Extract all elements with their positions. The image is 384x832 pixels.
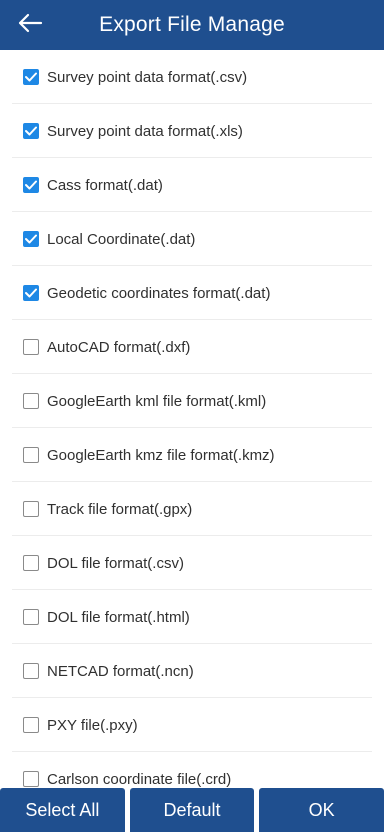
format-row[interactable]: PXY file(.pxy) xyxy=(0,698,384,752)
format-label: GoogleEarth kml file format(.kml) xyxy=(47,392,267,410)
format-row[interactable]: DOL file format(.csv) xyxy=(0,536,384,590)
format-label: GoogleEarth kmz file format(.kmz) xyxy=(47,446,275,464)
select-all-button[interactable]: Select All xyxy=(0,788,125,832)
export-format-list: Survey point data format(.csv) Survey poi… xyxy=(0,50,384,788)
checkbox-unchecked-icon[interactable] xyxy=(23,771,39,787)
format-label: Track file format(.gpx) xyxy=(47,500,193,518)
checkbox-checked-icon[interactable] xyxy=(23,69,39,85)
checkbox-checked-icon[interactable] xyxy=(23,231,39,247)
checkbox-unchecked-icon[interactable] xyxy=(23,717,39,733)
checkbox-unchecked-icon[interactable] xyxy=(23,339,39,355)
footer-button-bar: Select All Default OK xyxy=(0,788,384,832)
format-row[interactable]: GoogleEarth kml file format(.kml) xyxy=(0,374,384,428)
page-title: Export File Manage xyxy=(99,13,285,36)
checkbox-unchecked-icon[interactable] xyxy=(23,447,39,463)
checkbox-checked-icon[interactable] xyxy=(23,177,39,193)
checkbox-unchecked-icon[interactable] xyxy=(23,555,39,571)
arrow-left-icon xyxy=(17,13,43,38)
format-row[interactable]: Track file format(.gpx) xyxy=(0,482,384,536)
format-row[interactable]: Carlson coordinate file(.crd) xyxy=(0,752,384,788)
format-label: Cass format(.dat) xyxy=(47,176,163,194)
format-label: Geodetic coordinates format(.dat) xyxy=(47,284,271,302)
checkbox-unchecked-icon[interactable] xyxy=(23,663,39,679)
format-row[interactable]: DOL file format(.html) xyxy=(0,590,384,644)
format-row[interactable]: Geodetic coordinates format(.dat) xyxy=(0,266,384,320)
format-label: Survey point data format(.xls) xyxy=(47,122,243,140)
format-label: AutoCAD format(.dxf) xyxy=(47,338,191,356)
format-label: NETCAD format(.ncn) xyxy=(47,662,194,680)
format-label: DOL file format(.html) xyxy=(47,608,190,626)
checkbox-checked-icon[interactable] xyxy=(23,285,39,301)
format-label: PXY file(.pxy) xyxy=(47,716,138,734)
format-row[interactable]: Survey point data format(.xls) xyxy=(0,104,384,158)
checkbox-unchecked-icon[interactable] xyxy=(23,393,39,409)
format-label: DOL file format(.csv) xyxy=(47,554,184,572)
format-label: Local Coordinate(.dat) xyxy=(47,230,196,248)
format-row[interactable]: Cass format(.dat) xyxy=(0,158,384,212)
default-button[interactable]: Default xyxy=(129,788,255,832)
back-button[interactable] xyxy=(14,9,46,41)
format-row[interactable]: GoogleEarth kmz file format(.kmz) xyxy=(0,428,384,482)
format-row[interactable]: AutoCAD format(.dxf) xyxy=(0,320,384,374)
export-file-manage-screen: Export File Manage Survey point data for… xyxy=(0,0,384,832)
checkbox-unchecked-icon[interactable] xyxy=(23,501,39,517)
ok-button[interactable]: OK xyxy=(259,788,384,832)
checkbox-checked-icon[interactable] xyxy=(23,123,39,139)
checkbox-unchecked-icon[interactable] xyxy=(23,609,39,625)
format-label: Survey point data format(.csv) xyxy=(47,68,248,86)
format-label: Carlson coordinate file(.crd) xyxy=(47,770,232,788)
format-row[interactable]: Local Coordinate(.dat) xyxy=(0,212,384,266)
format-row[interactable]: NETCAD format(.ncn) xyxy=(0,644,384,698)
header-bar: Export File Manage xyxy=(0,0,384,50)
format-row[interactable]: Survey point data format(.csv) xyxy=(0,50,384,104)
